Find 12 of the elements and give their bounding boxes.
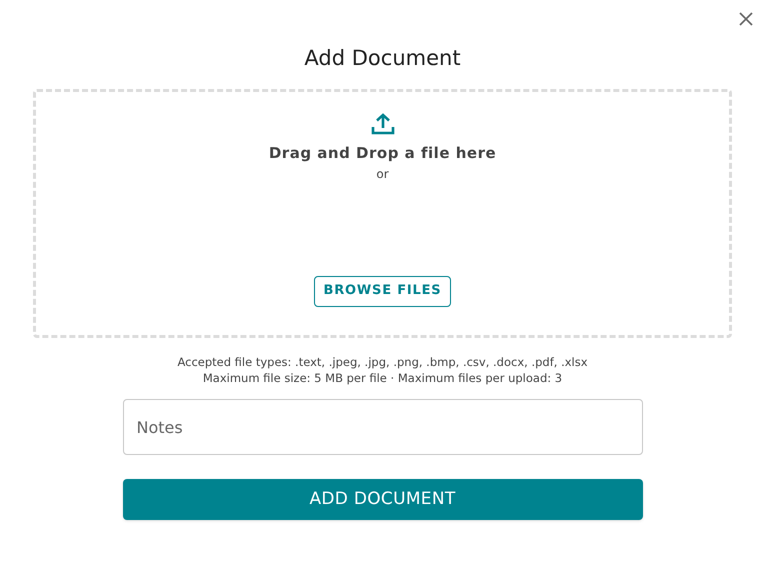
- dialog-title: Add Document: [304, 45, 461, 72]
- add-document-button[interactable]: ADD DOCUMENT: [122, 479, 642, 520]
- notes-field[interactable]: Notes: [122, 399, 642, 455]
- close-button[interactable]: [737, 10, 755, 28]
- drop-prompt: Drag and Drop a file here: [268, 143, 496, 164]
- drop-zone[interactable]: Drag and Drop a file here or BROWSE FILES: [33, 89, 732, 338]
- info-text: Accepted file types: .text, .jpeg, .jpg, .png, .bmp, .csv, .docx, .pdf, .xlsx: [177, 354, 588, 370]
- browse-files-button[interactable]: BROWSE FILES: [314, 276, 452, 306]
- upload-icon: [370, 112, 394, 136]
- or-text: or: [376, 166, 389, 182]
- close-icon: [739, 12, 753, 26]
- info-text: Maximum file size: 5 MB per file · Maximum files per upload: 3: [202, 370, 562, 386]
